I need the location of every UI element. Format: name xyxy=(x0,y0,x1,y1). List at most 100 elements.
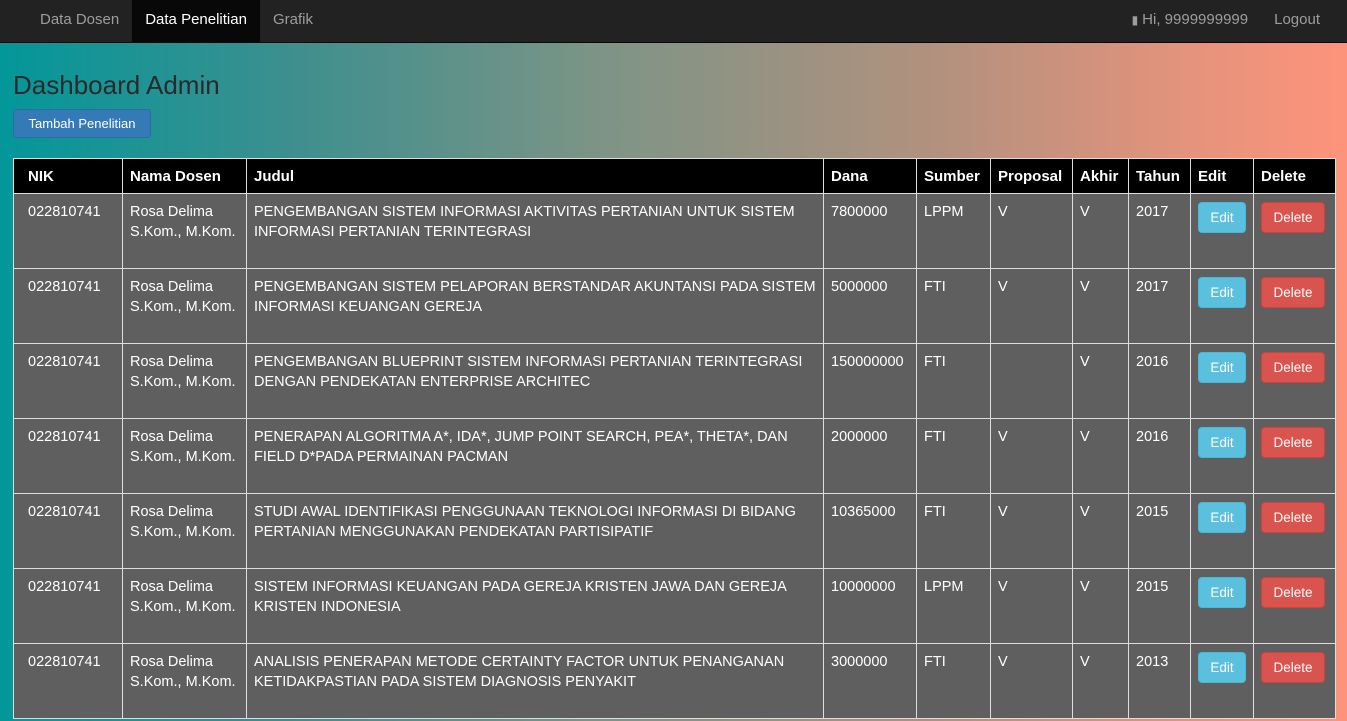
page-title: Dashboard Admin xyxy=(13,70,220,100)
cell-edit: Edit xyxy=(1190,193,1254,269)
cell-sumber: FTI xyxy=(916,343,991,419)
cell-judul: PENGEMBANGAN BLUEPRINT SISTEM INFORMASI … xyxy=(246,343,824,419)
cell-judul: SISTEM INFORMASI KEUANGAN PADA GEREJA KR… xyxy=(246,568,824,644)
nav-menu: Data Dosen Data Penelitian Grafik xyxy=(27,0,326,43)
cell-edit: Edit xyxy=(1190,343,1254,419)
cell-judul: PENGEMBANGAN SISTEM INFORMASI AKTIVITAS … xyxy=(246,193,824,269)
cell-dana: 10000000 xyxy=(823,568,917,644)
delete-button[interactable]: Delete xyxy=(1261,277,1325,308)
cell-dana: 5000000 xyxy=(823,268,917,344)
cell-akhir: V xyxy=(1072,418,1129,494)
cell-nama: Rosa Delima S.Kom., M.Kom. xyxy=(122,493,247,569)
edit-button[interactable]: Edit xyxy=(1198,427,1246,458)
cell-dana: 2000000 xyxy=(823,418,917,494)
header-tahun: Tahun xyxy=(1128,158,1191,194)
table-header-row: NIK Nama Dosen Judul Dana Sumber Proposa… xyxy=(13,158,1336,194)
cell-delete: Delete xyxy=(1253,418,1336,494)
cell-dana: 150000000 xyxy=(823,343,917,419)
cell-delete: Delete xyxy=(1253,643,1336,719)
delete-button[interactable]: Delete xyxy=(1261,202,1325,233)
cell-sumber: LPPM xyxy=(916,568,991,644)
cell-judul: PENERAPAN ALGORITMA A*, IDA*, JUMP POINT… xyxy=(246,418,824,494)
delete-button[interactable]: Delete xyxy=(1261,427,1325,458)
cell-proposal: V xyxy=(990,193,1073,269)
cell-sumber: FTI xyxy=(916,418,991,494)
cell-sumber: FTI xyxy=(916,643,991,719)
cell-tahun: 2017 xyxy=(1128,268,1191,344)
edit-button[interactable]: Edit xyxy=(1198,502,1246,533)
cell-tahun: 2013 xyxy=(1128,643,1191,719)
cell-proposal: V xyxy=(990,493,1073,569)
cell-edit: Edit xyxy=(1190,418,1254,494)
logout-link[interactable]: Logout xyxy=(1261,0,1333,43)
cell-delete: Delete xyxy=(1253,493,1336,569)
nav-item-data-dosen[interactable]: Data Dosen xyxy=(27,0,132,43)
cell-edit: Edit xyxy=(1190,268,1254,344)
cell-akhir: V xyxy=(1072,643,1129,719)
cell-proposal xyxy=(990,343,1073,419)
header-sumber: Sumber xyxy=(916,158,991,194)
add-research-button[interactable]: Tambah Penelitian xyxy=(13,109,151,138)
cell-nama: Rosa Delima S.Kom., M.Kom. xyxy=(122,643,247,719)
nav-item-data-penelitian[interactable]: Data Penelitian xyxy=(132,0,260,43)
header-edit: Edit xyxy=(1190,158,1254,194)
cell-dana: 10365000 xyxy=(823,493,917,569)
cell-tahun: 2016 xyxy=(1128,343,1191,419)
header-judul: Judul xyxy=(246,158,824,194)
delete-button[interactable]: Delete xyxy=(1261,577,1325,608)
cell-tahun: 2017 xyxy=(1128,193,1191,269)
cell-nama: Rosa Delima S.Kom., M.Kom. xyxy=(122,568,247,644)
delete-button[interactable]: Delete xyxy=(1261,502,1325,533)
cell-edit: Edit xyxy=(1190,568,1254,644)
cell-judul: ANALISIS PENERAPAN METODE CERTAINTY FACT… xyxy=(246,643,824,719)
research-table: NIK Nama Dosen Judul Dana Sumber Proposa… xyxy=(13,158,1336,719)
cell-sumber: LPPM xyxy=(916,193,991,269)
cell-akhir: V xyxy=(1072,568,1129,644)
cell-proposal: V xyxy=(990,418,1073,494)
table-row: 022810741 Rosa Delima S.Kom., M.Kom. PENGE… xyxy=(13,193,1336,269)
cell-delete: Delete xyxy=(1253,268,1336,344)
cell-nama: Rosa Delima S.Kom., M.Kom. xyxy=(122,418,247,494)
edit-button[interactable]: Edit xyxy=(1198,652,1246,683)
edit-button[interactable]: Edit xyxy=(1198,577,1246,608)
delete-button[interactable]: Delete xyxy=(1261,652,1325,683)
header-delete: Delete xyxy=(1253,158,1336,194)
cell-nama: Rosa Delima S.Kom., M.Kom. xyxy=(122,193,247,269)
header-akhir: Akhir xyxy=(1072,158,1129,194)
cell-delete: Delete xyxy=(1253,568,1336,644)
edit-button[interactable]: Edit xyxy=(1198,277,1246,308)
cell-nik: 022810741 xyxy=(13,418,123,494)
cell-judul: STUDI AWAL IDENTIFIKASI PENGGUNAAN TEKNO… xyxy=(246,493,824,569)
cell-delete: Delete xyxy=(1253,343,1336,419)
edit-button[interactable]: Edit xyxy=(1198,202,1246,233)
cell-sumber: FTI xyxy=(916,268,991,344)
table-row: 022810741 Rosa Delima S.Kom., M.Kom. ANALI… xyxy=(13,643,1336,719)
cell-edit: Edit xyxy=(1190,643,1254,719)
cell-delete: Delete xyxy=(1253,193,1336,269)
cell-proposal: V xyxy=(990,268,1073,344)
table-row: 022810741 Rosa Delima S.Kom., M.Kom. STUDI… xyxy=(13,493,1336,569)
nav-user-menu: ▮ Hi, 9999999999 Logout xyxy=(1119,0,1333,43)
nav-item-grafik[interactable]: Grafik xyxy=(260,0,326,43)
header-proposal: Proposal xyxy=(990,158,1073,194)
cell-akhir: V xyxy=(1072,193,1129,269)
header-nama-dosen: Nama Dosen xyxy=(122,158,247,194)
navbar: Data Dosen Data Penelitian Grafik ▮ Hi, 9… xyxy=(0,0,1347,43)
table-row: 022810741 Rosa Delima S.Kom., M.Kom. PENGE… xyxy=(13,268,1336,344)
cell-nik: 022810741 xyxy=(13,568,123,644)
cell-dana: 7800000 xyxy=(823,193,917,269)
cell-edit: Edit xyxy=(1190,493,1254,569)
delete-button[interactable]: Delete xyxy=(1261,352,1325,383)
cell-judul: PENGEMBANGAN SISTEM PELAPORAN BERSTANDAR… xyxy=(246,268,824,344)
cell-dana: 3000000 xyxy=(823,643,917,719)
user-greeting[interactable]: ▮ Hi, 9999999999 xyxy=(1119,0,1262,43)
cell-proposal: V xyxy=(990,643,1073,719)
header-dana: Dana xyxy=(823,158,917,194)
edit-button[interactable]: Edit xyxy=(1198,352,1246,383)
cell-akhir: V xyxy=(1072,493,1129,569)
cell-akhir: V xyxy=(1072,268,1129,344)
cell-proposal: V xyxy=(990,568,1073,644)
table-row: 022810741 Rosa Delima S.Kom., M.Kom. SISTE… xyxy=(13,568,1336,644)
table-row: 022810741 Rosa Delima S.Kom., M.Kom. PENER… xyxy=(13,418,1336,494)
cell-nik: 022810741 xyxy=(13,493,123,569)
